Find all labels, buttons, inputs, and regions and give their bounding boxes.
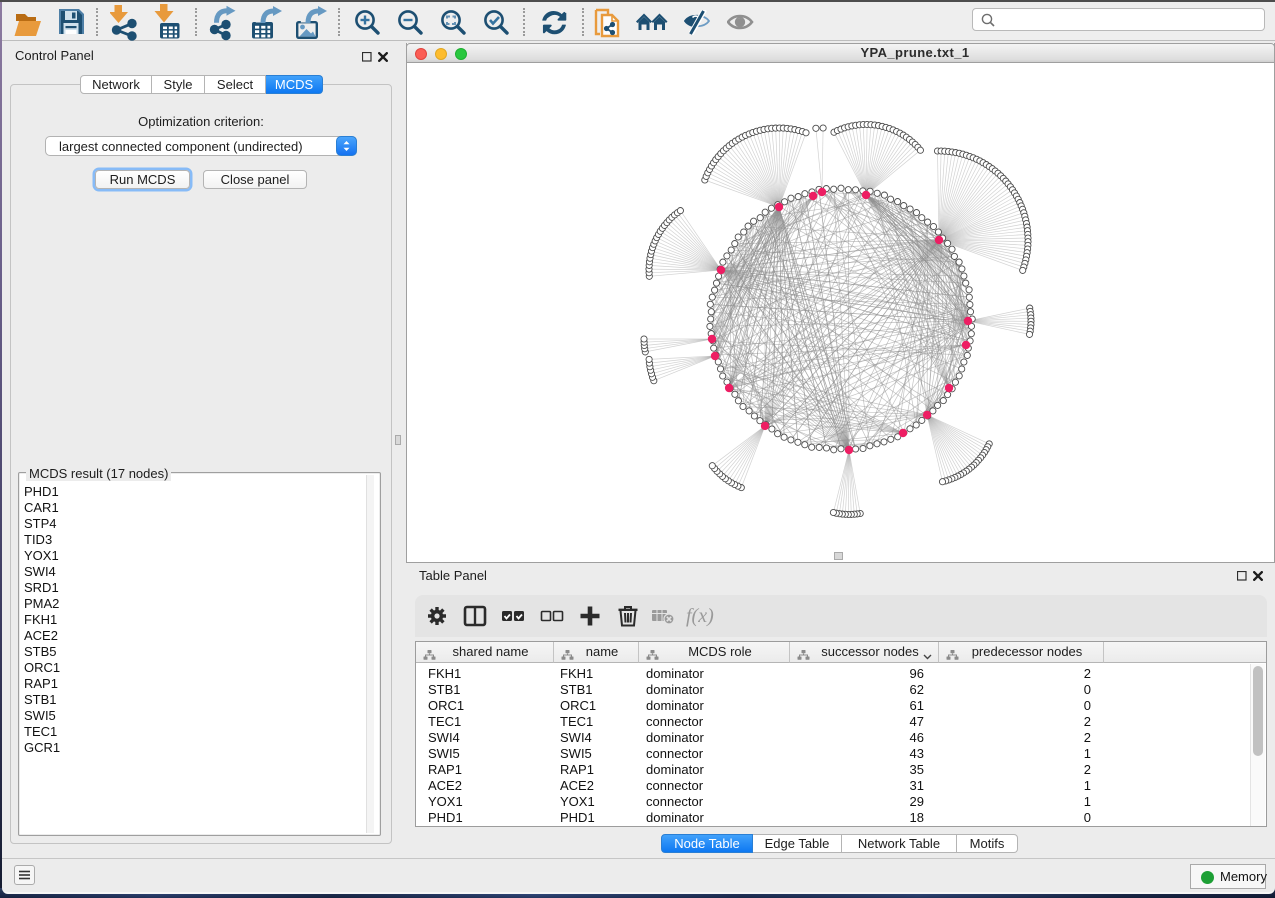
svg-text:f(x): f(x) [686, 605, 714, 627]
